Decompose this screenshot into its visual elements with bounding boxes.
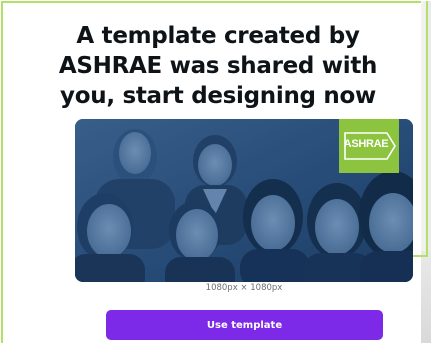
use-template-button[interactable]: Use template [106,310,383,340]
background-panel-edge-lower [421,251,431,343]
template-preview-image[interactable]: ASHRAE [75,119,413,282]
logo-text: ASHRAE [343,138,389,150]
accent-border-right [426,1,428,257]
dialog-headline: A template created by ASHRAE was shared … [58,23,378,109]
template-dimensions: 1080px × 1080px [205,283,283,293]
ashrae-logo: ASHRAE [339,119,399,173]
